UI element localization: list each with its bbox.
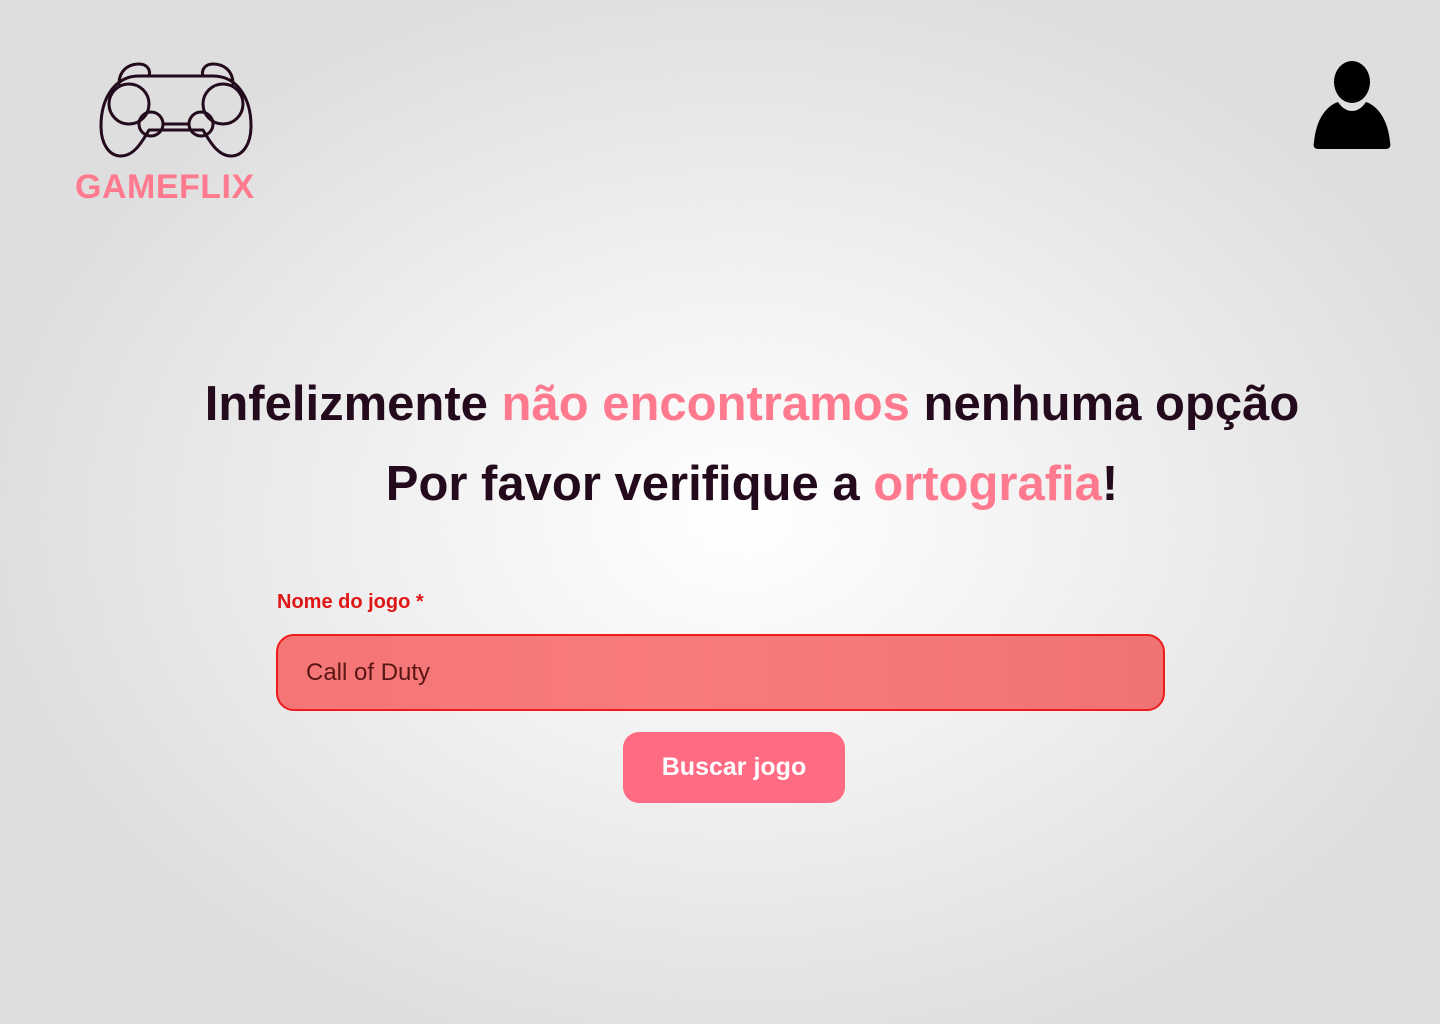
search-game-button[interactable]: Buscar jogo	[623, 732, 845, 803]
gamepad-icon	[99, 62, 253, 158]
not-found-message-line1: Infelizmente não encontramos nenhuma opç…	[32, 376, 1440, 432]
not-found-message-line2: Por favor verifique a ortografia!	[32, 456, 1440, 512]
message-text: Por favor verifique a	[385, 457, 874, 511]
message-text: Infelizmente	[204, 377, 502, 431]
game-name-input[interactable]	[276, 634, 1165, 711]
message-text: nenhuma opção	[909, 377, 1300, 431]
user-profile-button[interactable]	[1312, 60, 1392, 155]
game-name-label: Nome do jogo *	[277, 591, 424, 613]
user-icon	[1313, 61, 1391, 149]
message-highlight: ortografia	[873, 457, 1102, 511]
message-text: !	[1101, 457, 1119, 511]
message-highlight: não encontramos	[501, 377, 910, 431]
logo-text: GAMEFLIX	[75, 168, 255, 206]
gameflix-logo[interactable]: GAMEFLIX	[75, 58, 285, 208]
